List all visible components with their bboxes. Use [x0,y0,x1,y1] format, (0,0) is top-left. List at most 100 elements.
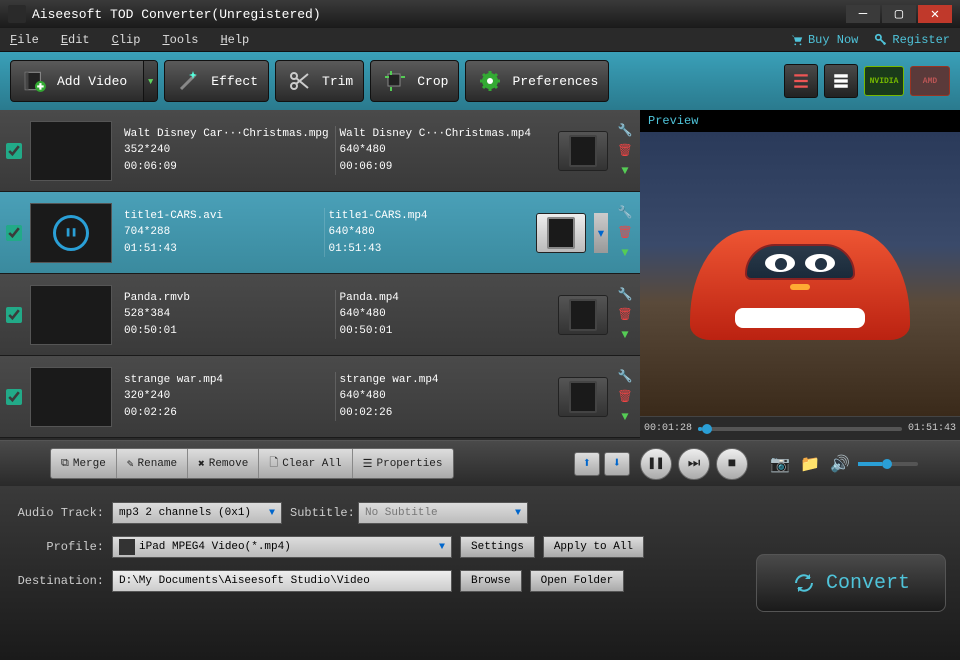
profile-settings-button[interactable]: Settings [460,536,535,558]
stop-button[interactable]: ■ [716,448,748,480]
add-video-button[interactable]: Add Video ▾ [10,60,158,102]
volume-icon[interactable]: 🔊 [828,452,852,476]
file-checkbox[interactable] [6,225,22,241]
volume-slider[interactable] [858,462,918,466]
ipad-icon [569,135,597,167]
seek-track[interactable] [698,427,902,431]
close-button[interactable]: ✕ [918,5,952,23]
file-source-name: strange war.mp4 [124,372,331,389]
rename-button[interactable]: ✎Rename [117,449,188,478]
ipad-icon [569,381,597,413]
file-checkbox[interactable] [6,143,22,159]
device-profile-dropdown[interactable]: ▾ [594,213,608,253]
row-down-button[interactable]: ▼ [616,244,634,262]
add-video-dropdown[interactable]: ▾ [143,61,157,101]
list-view-button[interactable] [784,64,818,98]
chevron-down-icon: ▼ [269,508,275,519]
menu-edit[interactable]: Edit [61,33,90,47]
file-output-dur: 00:02:26 [340,405,547,422]
pause-button[interactable]: ❚❚ [640,448,672,480]
row-down-button[interactable]: ▼ [616,162,634,180]
destination-input[interactable]: D:\My Documents\Aiseesoft Studio\Video [112,570,452,592]
menu-clip[interactable]: Clip [112,33,141,47]
app-logo-icon [8,5,26,23]
menu-file[interactable]: File [10,33,39,47]
row-delete-button[interactable]: 🗑 [616,224,634,242]
scissors-icon [286,67,314,95]
file-row[interactable]: title1-CARS.avi 704*288 01:51:43 title1-… [0,192,640,274]
preview-label: Preview [640,110,960,132]
apply-to-all-button[interactable]: Apply to All [543,536,644,558]
remove-button[interactable]: ✖Remove [188,449,259,478]
preferences-button[interactable]: Preferences [465,60,609,102]
cart-icon [790,33,804,47]
register-label: Register [892,33,950,47]
file-source-dur: 00:06:09 [124,159,331,176]
device-profile-button[interactable] [558,131,608,171]
snapshot-button[interactable]: 📷 [768,452,792,476]
amd-badge-icon: AMD [910,66,950,96]
properties-icon: ☰ [363,457,373,471]
buy-now-link[interactable]: Buy Now [790,33,858,47]
convert-button[interactable]: Convert [756,554,946,612]
open-folder-button[interactable]: Open Folder [530,570,625,592]
move-down-button[interactable]: ⬇ [604,452,630,476]
file-row[interactable]: strange war.mp4 320*240 00:02:26 strange… [0,356,640,438]
key-icon [874,33,888,47]
pencil-icon: ✎ [127,457,134,471]
row-down-button[interactable]: ▼ [616,326,634,344]
register-link[interactable]: Register [874,33,950,47]
profile-select[interactable]: iPad MPEG4 Video(*.mp4) ▼ [112,536,452,558]
row-edit-button[interactable]: 🔧 [616,122,634,140]
thumbnail-view-button[interactable] [824,64,858,98]
row-delete-button[interactable]: 🗑 [616,388,634,406]
merge-icon: ⧉ [61,458,69,470]
file-output-name: strange war.mp4 [340,372,547,389]
row-edit-button[interactable]: 🔧 [616,286,634,304]
file-source-name: title1-CARS.avi [124,208,320,225]
destination-label: Destination: [14,574,104,588]
nvidia-badge-icon: NVIDIA [864,66,904,96]
preview-pane: Preview 00:01:28 01:51:43 [640,110,960,440]
browse-button[interactable]: Browse [460,570,522,592]
file-row[interactable]: Walt Disney Car···Christmas.mpg 352*240 … [0,110,640,192]
file-checkbox[interactable] [6,389,22,405]
preview-video[interactable] [640,132,960,416]
minimize-button[interactable]: — [846,5,880,23]
audio-track-select[interactable]: mp3 2 channels (0x1)▼ [112,502,282,524]
move-up-button[interactable]: ⬆ [574,452,600,476]
open-snapshot-folder-button[interactable]: 📁 [798,452,822,476]
subtitle-select[interactable]: No Subtitle▼ [358,502,528,524]
clear-all-button[interactable]: 🗋Clear All [259,449,352,478]
file-checkbox[interactable] [6,307,22,323]
row-down-button[interactable]: ▼ [616,408,634,426]
refresh-icon [792,571,816,595]
device-profile-button[interactable] [558,295,608,335]
chevron-down-icon: ▼ [515,508,521,519]
preview-seekbar[interactable]: 00:01:28 01:51:43 [640,416,960,440]
row-edit-button[interactable]: 🔧 [616,204,634,222]
crop-button[interactable]: Crop [370,60,459,102]
device-profile-button[interactable] [536,213,586,253]
row-edit-button[interactable]: 🔧 [616,368,634,386]
file-source-name: Walt Disney Car···Christmas.mpg [124,126,331,143]
file-output-res: 640*480 [340,388,547,405]
file-source-dur: 00:50:01 [124,323,331,340]
menu-tools[interactable]: Tools [162,33,198,47]
effect-button[interactable]: Effect [164,60,269,102]
file-source-res: 704*288 [124,224,320,241]
menu-help[interactable]: Help [220,33,249,47]
row-delete-button[interactable]: 🗑 [616,306,634,324]
merge-button[interactable]: ⧉Merge [51,449,117,478]
preview-time-current: 00:01:28 [644,423,692,434]
trim-button[interactable]: Trim [275,60,364,102]
next-frame-button[interactable]: ⏭ [678,448,710,480]
maximize-button[interactable]: ▢ [882,5,916,23]
file-row[interactable]: Panda.rmvb 528*384 00:50:01 Panda.mp4 64… [0,274,640,356]
file-source-dur: 00:02:26 [124,405,331,422]
file-output-res: 640*480 [329,224,525,241]
properties-button[interactable]: ☰Properties [353,449,453,478]
device-profile-button[interactable] [558,377,608,417]
row-delete-button[interactable]: 🗑 [616,142,634,160]
preview-time-total: 01:51:43 [908,423,956,434]
